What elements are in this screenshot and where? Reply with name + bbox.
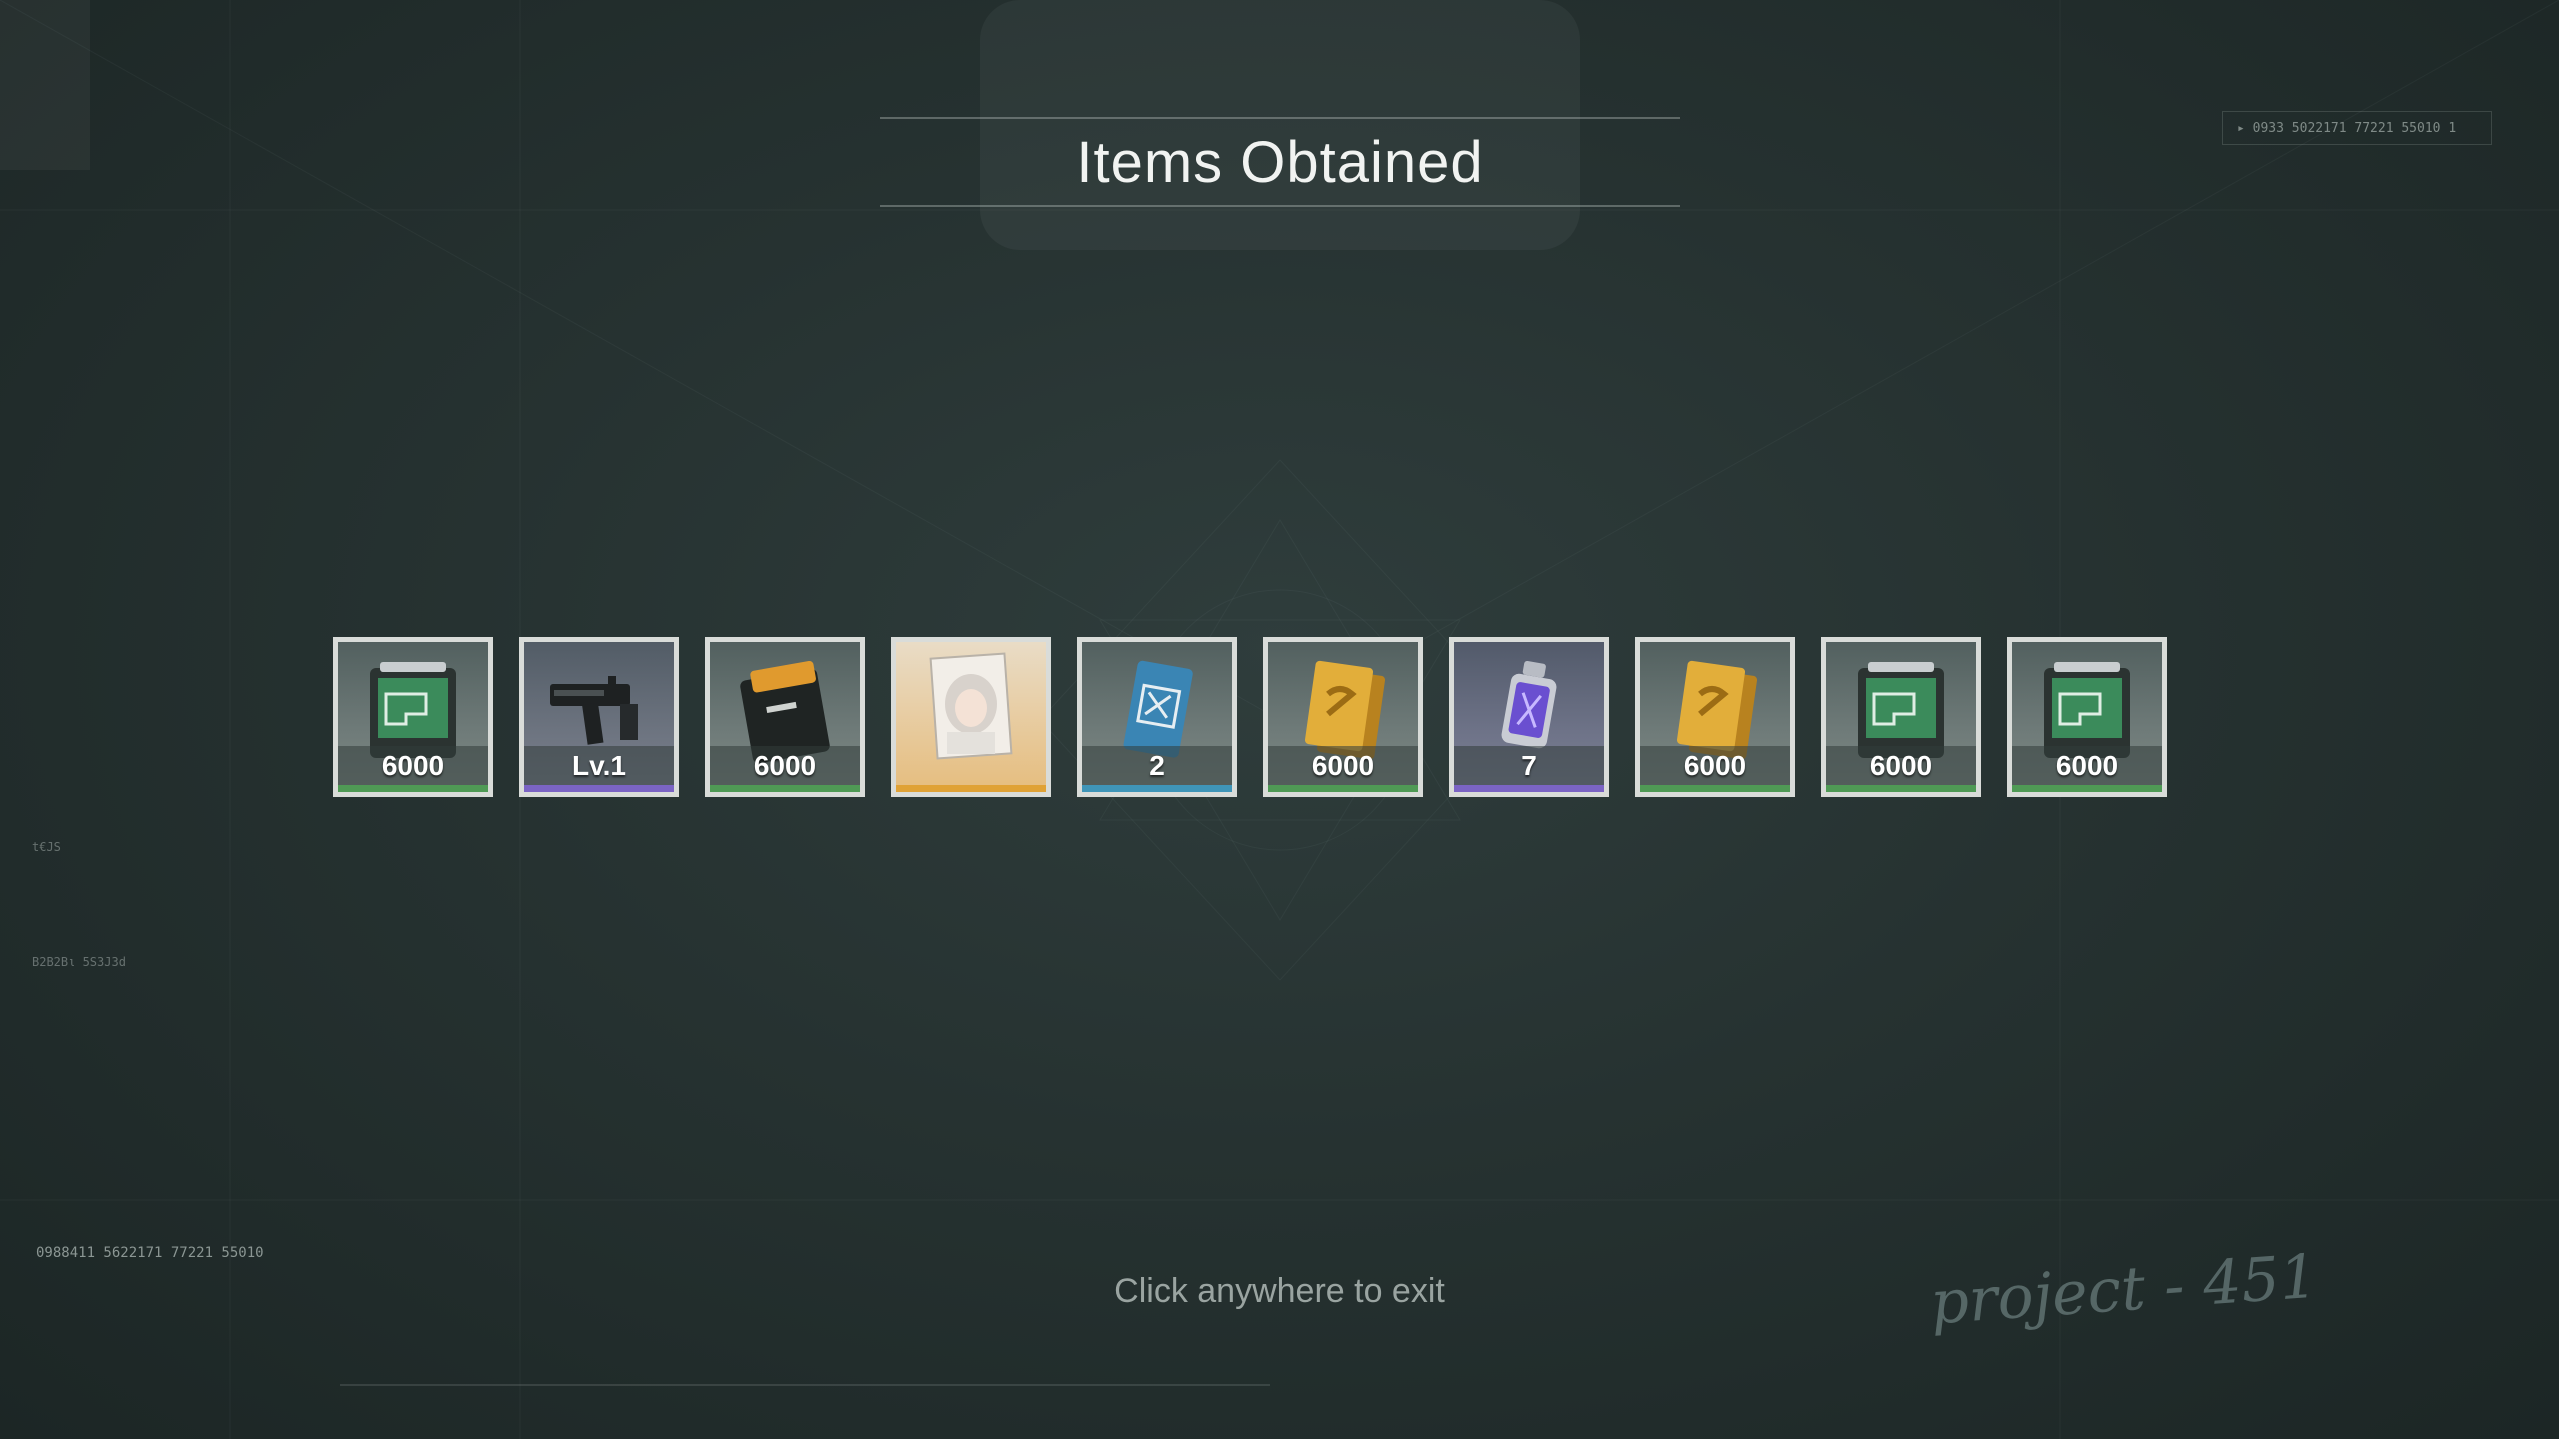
item-slot[interactable]: 6000 — [1821, 637, 1981, 797]
item-slot[interactable]: Lv.1 — [519, 637, 679, 797]
item-quantity: 6000 — [2055, 750, 2119, 781]
rarity-strip — [1268, 785, 1418, 792]
item-slot[interactable]: 2 — [1077, 637, 1237, 797]
rarity-strip — [710, 785, 860, 792]
item-quantity: 6000 — [381, 750, 445, 781]
item-quantity: 2 — [1149, 750, 1165, 781]
rarity-strip — [1826, 785, 1976, 792]
item-background: 6000 — [1826, 642, 1976, 792]
top-right-code: ▸ 0933 5022171 77221 55010 1 — [2222, 111, 2492, 145]
item-slot[interactable]: 6000 — [1263, 637, 1423, 797]
rarity-strip — [1454, 785, 1604, 792]
bottom-left-code: 0988411 5622171 77221 55010 — [36, 1245, 264, 1261]
items-row: 6000 Lv.1 6000 2 6000 7 6000 6000 6000 — [333, 637, 2167, 797]
item-slot[interactable]: 6000 — [1635, 637, 1795, 797]
item-quantity: 7 — [1521, 750, 1537, 781]
rarity-strip — [524, 785, 674, 792]
rarity-strip — [1082, 785, 1232, 792]
item-quantity: 6000 — [1869, 750, 1933, 781]
item-background: 6000 — [338, 642, 488, 792]
item-background: 6000 — [1268, 642, 1418, 792]
item-background: 6000 — [1640, 642, 1790, 792]
item-slot[interactable]: 6000 — [2007, 637, 2167, 797]
item-background: Lv.1 — [524, 642, 674, 792]
item-background: 7 — [1454, 642, 1604, 792]
item-slot[interactable] — [891, 637, 1051, 797]
item-quantity: 6000 — [1311, 750, 1375, 781]
item-background — [896, 642, 1046, 792]
item-slot[interactable]: 7 — [1449, 637, 1609, 797]
title-frame: Items Obtained — [880, 117, 1680, 207]
rarity-strip — [1640, 785, 1790, 792]
brand-watermark: project - 451 — [1928, 1241, 2320, 1339]
side-code-1: t€JS — [32, 840, 61, 854]
item-background: 2 — [1082, 642, 1232, 792]
item-quantity: 6000 — [1683, 750, 1747, 781]
side-code-2: B2B2Bι 5S3J3d — [32, 955, 126, 969]
item-quantity: 6000 — [753, 750, 817, 781]
rarity-strip — [2012, 785, 2162, 792]
page-title: Items Obtained — [1076, 129, 1484, 195]
item-slot[interactable]: 6000 — [705, 637, 865, 797]
rarity-strip — [896, 785, 1046, 792]
item-level: Lv.1 — [572, 750, 626, 781]
rarity-strip — [338, 785, 488, 792]
item-slot[interactable]: 6000 — [333, 637, 493, 797]
item-background: 6000 — [2012, 642, 2162, 792]
item-background: 6000 — [710, 642, 860, 792]
